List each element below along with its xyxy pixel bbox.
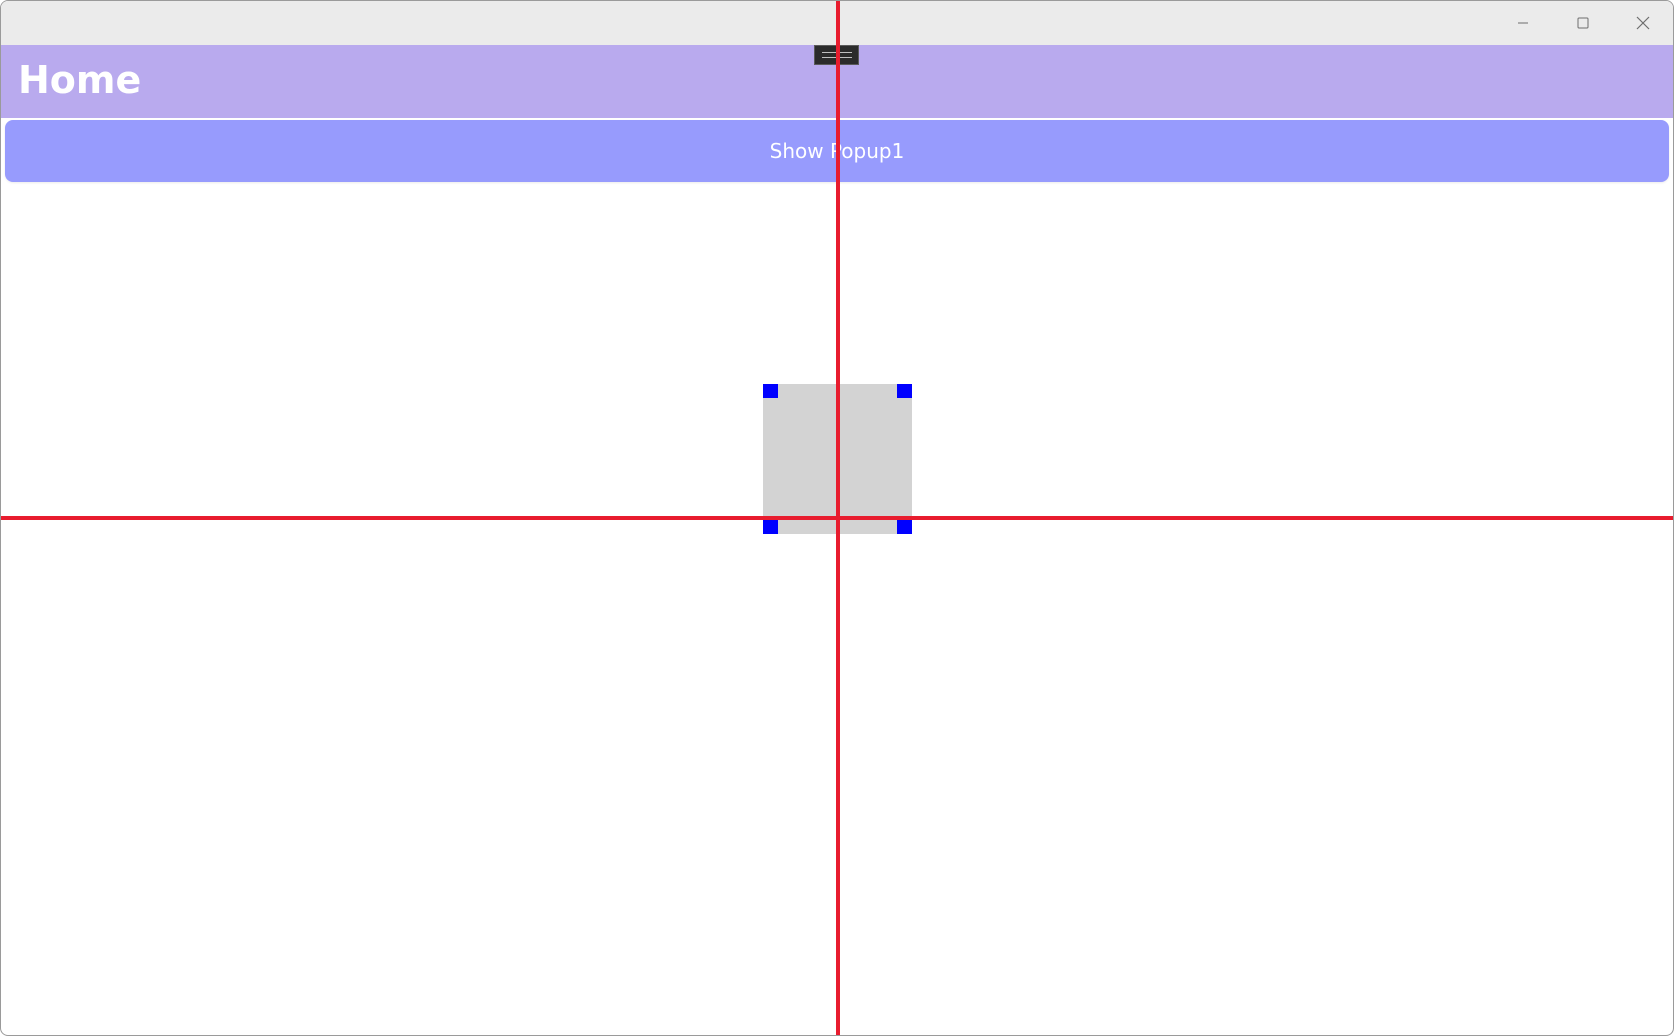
- minimize-icon: [1518, 22, 1528, 24]
- app-window: Home Show Popup1: [0, 0, 1674, 1036]
- horizontal-guide-line[interactable]: [1, 516, 1673, 520]
- close-icon: [1636, 16, 1650, 30]
- resize-handle-bottom-left[interactable]: [763, 520, 778, 534]
- maximize-button[interactable]: [1553, 1, 1613, 45]
- resize-handle-top-left[interactable]: [763, 384, 778, 398]
- minimize-button[interactable]: [1493, 1, 1553, 45]
- page-title: Home: [18, 58, 142, 102]
- close-button[interactable]: [1613, 1, 1673, 45]
- maximize-icon: [1577, 17, 1589, 29]
- resize-handle-bottom-right[interactable]: [897, 520, 912, 534]
- resize-handle-top-right[interactable]: [897, 384, 912, 398]
